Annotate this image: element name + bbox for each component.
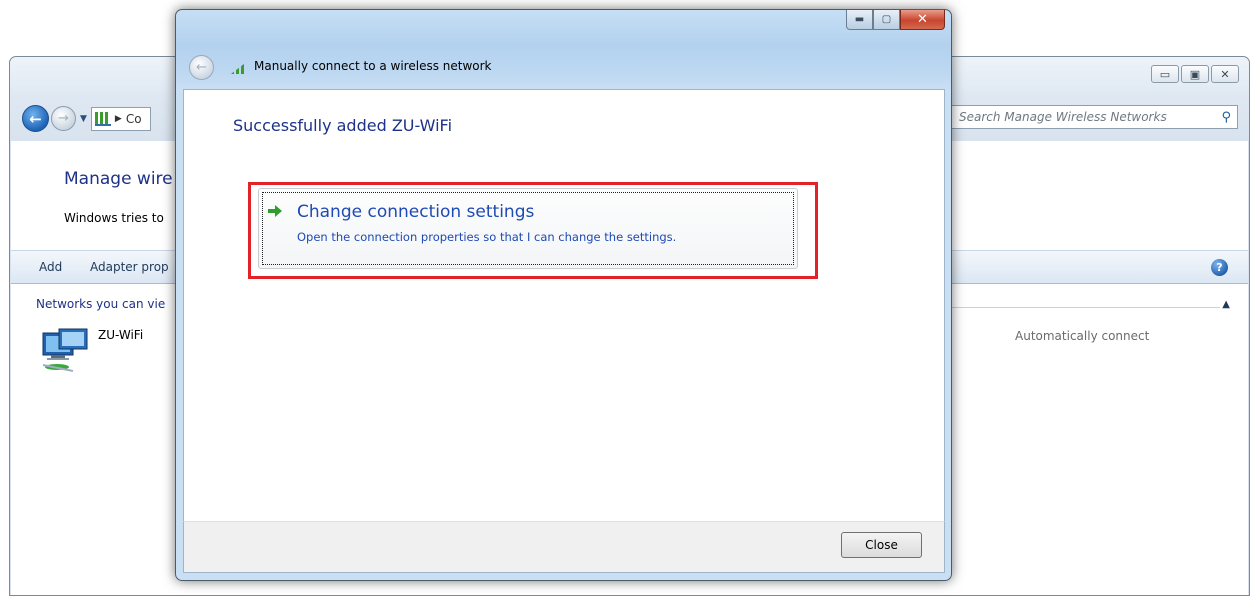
link-title[interactable]: Change connection settings <box>297 202 534 222</box>
page-title: Manage wire <box>64 169 173 189</box>
window-caption-buttons: ▭ ▣ ✕ <box>1151 65 1239 83</box>
dialog-footer: Close <box>183 521 945 573</box>
close-button[interactable]: Close <box>841 532 922 558</box>
maximize-button[interactable]: ▣ <box>1181 65 1209 83</box>
network-group-header: Networks you can vie <box>36 297 166 311</box>
connection-mode: Automatically connect <box>1015 329 1150 343</box>
dialog-body: Successfully added ZU-WiFi Change connec… <box>183 89 945 521</box>
dialog-heading: Successfully added ZU-WiFi <box>233 116 453 135</box>
close-button[interactable]: ✕ <box>1211 65 1239 83</box>
address-bar[interactable]: ▶ Co <box>90 106 151 131</box>
change-connection-settings-link[interactable]: Change connection settings Open the conn… <box>258 188 798 269</box>
link-subtitle: Open the connection properties so that I… <box>297 230 677 244</box>
breadcrumb-separator-icon: ▶ <box>114 113 122 124</box>
navigation-bar: ← → ▼ ▶ Co <box>22 105 151 132</box>
forward-arrow-icon[interactable]: → <box>51 106 76 131</box>
minimize-button[interactable]: ▭ <box>1151 65 1179 83</box>
wireless-signal-icon <box>231 60 249 74</box>
manual-connect-dialog: ▬ ▢ ✕ ← Manually connect to a wireless n… <box>175 9 952 581</box>
dialog-title: Manually connect to a wireless network <box>254 59 492 73</box>
green-arrow-icon <box>268 205 282 217</box>
adapter-properties-button[interactable]: Adapter prop <box>90 260 169 274</box>
collapse-chevron-icon[interactable]: ▲ <box>1222 299 1230 310</box>
group-divider <box>951 307 1220 308</box>
network-icon <box>94 111 111 126</box>
page-description: Windows tries to <box>64 211 164 225</box>
minimize-button[interactable]: ▬ <box>846 10 873 30</box>
recent-pages-dropdown-icon[interactable]: ▼ <box>80 114 87 124</box>
wireless-network-icon <box>42 328 88 372</box>
network-name[interactable]: ZU-WiFi <box>98 328 143 342</box>
breadcrumb: Co <box>125 111 142 126</box>
back-arrow-icon[interactable]: ← <box>189 55 214 80</box>
search-icon[interactable]: ⚲ <box>1221 110 1231 125</box>
dialog-caption-buttons: ▬ ▢ ✕ <box>846 10 945 30</box>
add-button[interactable]: Add <box>39 260 62 274</box>
maximize-button[interactable]: ▢ <box>873 10 900 30</box>
search-placeholder: Search Manage Wireless Networks <box>959 110 1167 124</box>
search-input[interactable]: Search Manage Wireless Networks ⚲ <box>948 105 1238 129</box>
help-icon[interactable]: ? <box>1211 259 1228 276</box>
close-icon[interactable]: ✕ <box>900 10 945 30</box>
back-arrow-icon[interactable]: ← <box>22 105 49 132</box>
